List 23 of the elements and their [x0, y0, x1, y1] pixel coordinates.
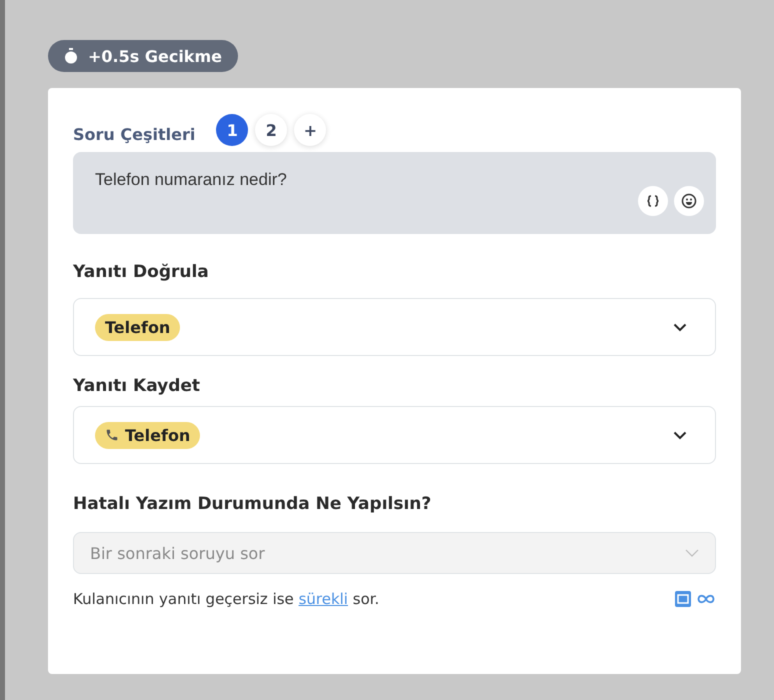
question-field[interactable]: Telefon numaranız nedir?: [73, 152, 716, 234]
hint-text: Kulanıcının yanıtı geçersiz ise sürekli sor.: [73, 590, 380, 608]
section-label: Soru Çeşitleri: [73, 124, 196, 144]
question-type-tab[interactable]: 1: [216, 114, 248, 146]
chevron-down-icon: [685, 549, 699, 557]
image-icon[interactable]: [674, 590, 692, 608]
tag: Telefon: [95, 422, 200, 448]
field-label: Yanıtı Doğrula: [73, 262, 210, 282]
field-label: Yanıtı Kaydet: [73, 376, 202, 396]
add-button[interactable]: +: [294, 114, 326, 146]
select-field[interactable]: Telefon: [73, 298, 716, 356]
chevron-down-icon: [673, 322, 687, 332]
select-field[interactable]: Telefon: [73, 406, 716, 464]
delay-badge: +0.5s Gecikme: [48, 40, 238, 72]
field-label: Hatalı Yazım Durumunda Ne Yapılsın?: [73, 494, 432, 514]
tag: Telefon: [95, 314, 180, 340]
question-type-tab[interactable]: 2: [255, 114, 288, 146]
variable-icon[interactable]: [638, 186, 668, 216]
stopwatch-icon: [64, 48, 78, 64]
infinity-icon[interactable]: [696, 593, 716, 605]
chevron-down-icon: [673, 430, 687, 440]
phone-icon: [105, 428, 119, 442]
emoji-icon[interactable]: [674, 186, 704, 216]
